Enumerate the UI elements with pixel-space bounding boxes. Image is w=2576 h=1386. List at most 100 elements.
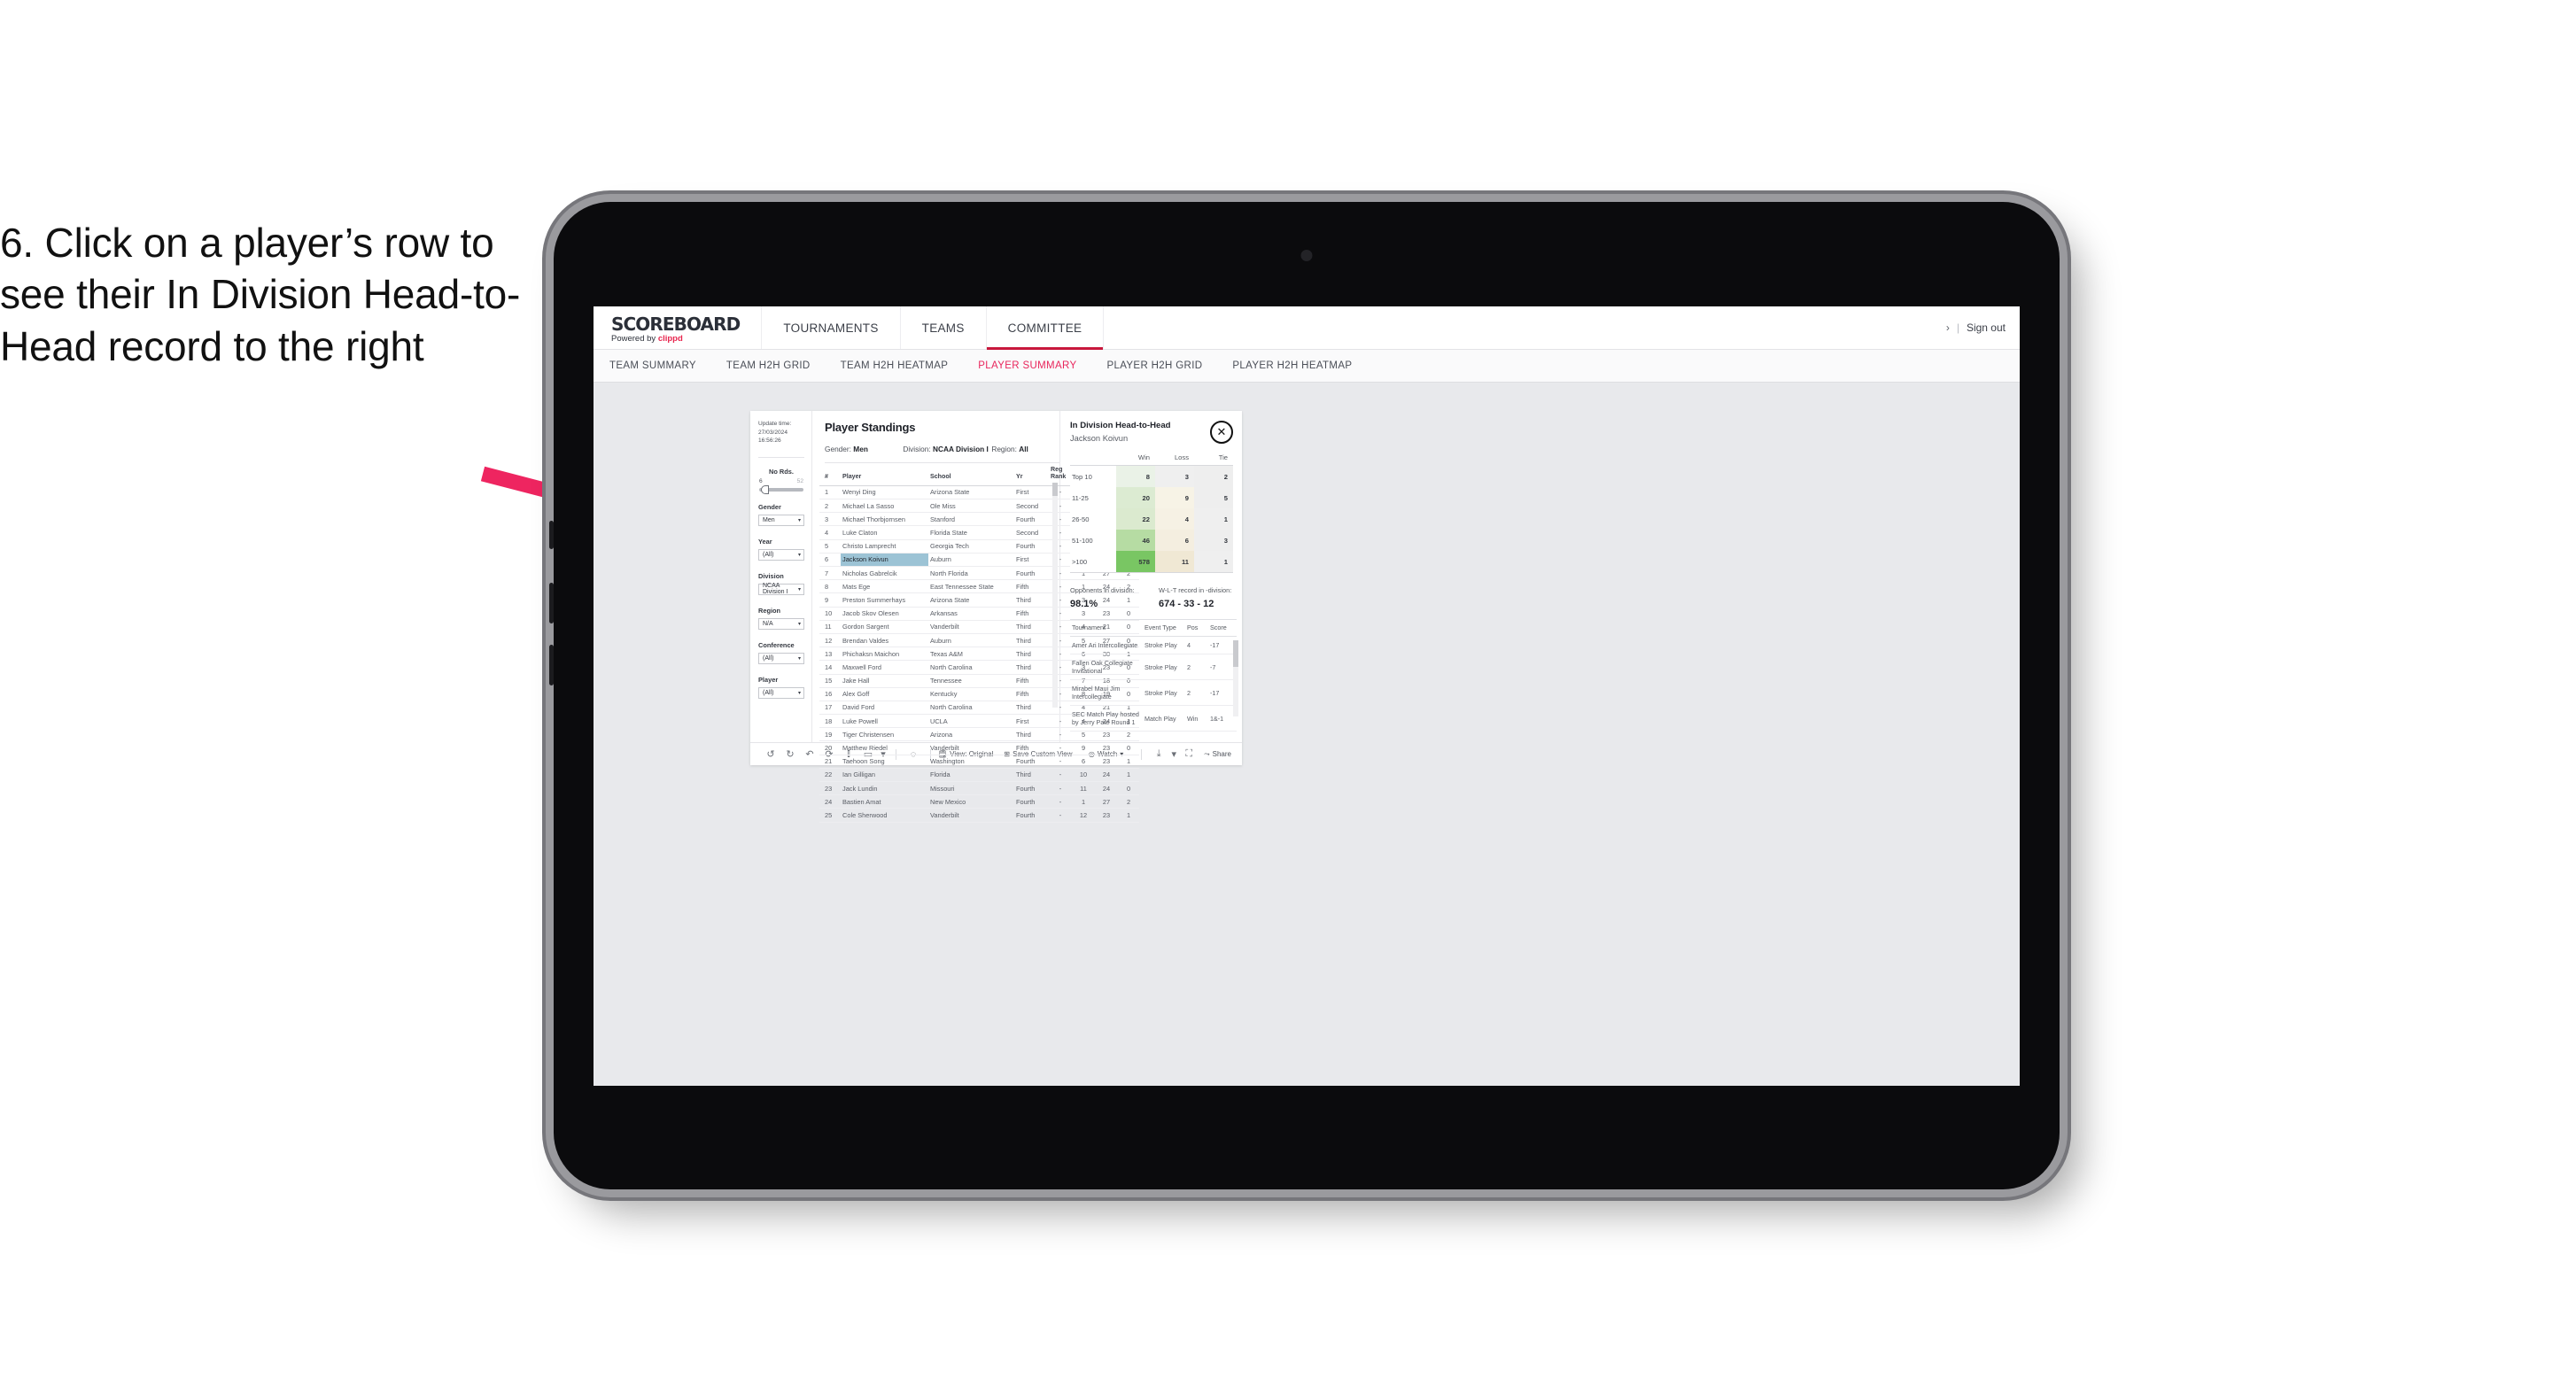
volume-up-button[interactable]: [549, 583, 554, 623]
rounds-slider-track[interactable]: [759, 484, 803, 494]
cell-yr: Fourth: [1014, 512, 1049, 527]
cell-no-rds: 23: [1095, 808, 1118, 823]
rounds-slider-thumb[interactable]: [761, 484, 769, 494]
sign-out-link[interactable]: Sign out: [1967, 321, 2006, 334]
tab-player-h2h-heatmap[interactable]: PLAYER H2H HEATMAP: [1232, 360, 1352, 371]
download-caret-icon[interactable]: ▾: [1168, 748, 1179, 760]
nav-committee[interactable]: COMMITTEE: [986, 306, 1105, 350]
cell-school: Arkansas: [928, 607, 1014, 621]
cell-name: Mats Ege: [841, 579, 928, 594]
heatmap-row: 51-100 46 6 3: [1070, 530, 1233, 551]
share-button[interactable]: ⤳ Share: [1204, 750, 1231, 759]
volume-down-button[interactable]: [549, 645, 554, 685]
cell-name: Alex Goff: [841, 687, 928, 701]
close-icon[interactable]: ✕: [1210, 421, 1233, 444]
heatmap-cell[interactable]: 1: [1194, 551, 1233, 573]
power-button[interactable]: [549, 521, 554, 549]
heatmap-corner: [1070, 453, 1116, 466]
heatmap-cell[interactable]: 9: [1155, 487, 1194, 508]
meta-division-label: Division:: [903, 445, 931, 453]
heatmap-cell[interactable]: 22: [1116, 508, 1155, 530]
cell-rank: 15: [819, 674, 841, 688]
tab-team-h2h-grid[interactable]: TEAM H2H GRID: [726, 360, 811, 371]
undo-icon[interactable]: ↺: [761, 748, 780, 760]
filter-gender-select[interactable]: Men ▾: [758, 514, 804, 526]
tournament-table: Tournament Event Type Pos Score Amer Ari…: [1070, 619, 1237, 732]
filter-region-value: N/A: [763, 620, 773, 627]
filter-conference-select[interactable]: (All) ▾: [758, 652, 804, 664]
filter-division-value: NCAA Division I: [763, 583, 788, 596]
cell-yr: Third: [1014, 647, 1049, 662]
col-player[interactable]: Player: [841, 463, 928, 486]
nav-teams[interactable]: TEAMS: [901, 306, 987, 349]
cell-school: North Carolina: [928, 701, 1014, 716]
cell-rank: 3: [819, 512, 841, 527]
filter-player-select[interactable]: (All) ▾: [758, 686, 804, 699]
table-row[interactable]: 20 Matthew Riedel Vanderbilt Fifth -9 23 0: [819, 740, 1139, 755]
cell-school: Arizona State: [928, 592, 1014, 608]
heatmap-cell[interactable]: 578: [1116, 551, 1155, 573]
filter-division-select[interactable]: NCAA Division I ▾: [758, 583, 804, 596]
table-row[interactable]: 25 Cole Sherwood Vanderbilt Fourth -12 23 1: [819, 808, 1139, 823]
col-pos[interactable]: Pos: [1185, 619, 1208, 637]
heatmap-cell[interactable]: 46: [1116, 530, 1155, 551]
table-vertical-scrollbar[interactable]: [1052, 483, 1058, 708]
cell-wins: 2: [1118, 794, 1139, 809]
col-event-type[interactable]: Event Type: [1143, 619, 1185, 637]
h2h-player-name: Jackson Koivun: [1070, 434, 1129, 443]
tournament-row[interactable]: Amer Ari Intercollegiate Stroke Play 4 -17: [1070, 636, 1237, 654]
cell-school: North Florida: [928, 566, 1014, 581]
header-right: › | Sign out: [1946, 306, 2020, 349]
table-row[interactable]: 24 Bastien Amat New Mexico Fourth -1 27 2: [819, 794, 1139, 809]
filter-region-select[interactable]: N/A ▾: [758, 617, 804, 630]
heatmap-cell[interactable]: 3: [1155, 465, 1194, 487]
heatmap-cell[interactable]: 4: [1155, 508, 1194, 530]
download-icon[interactable]: ⤓: [1149, 748, 1168, 760]
filter-region: Region N/A ▾: [758, 607, 804, 630]
heatmap-cell[interactable]: 6: [1155, 530, 1194, 551]
heatmap-cell[interactable]: 2: [1194, 465, 1233, 487]
tab-player-summary[interactable]: PLAYER SUMMARY: [978, 360, 1076, 371]
table-row[interactable]: 22 Ian Gilligan Florida Third -10 24 1: [819, 768, 1139, 783]
col-tournament[interactable]: Tournament: [1070, 619, 1143, 637]
tab-player-h2h-grid[interactable]: PLAYER H2H GRID: [1106, 360, 1202, 371]
table-row[interactable]: 21 Taehoon Song Washington Fourth -6 23 1: [819, 755, 1139, 769]
cell-school: Auburn: [928, 633, 1014, 648]
fullscreen-icon[interactable]: ⛶: [1179, 748, 1199, 760]
nav-tournaments[interactable]: TOURNAMENTS: [762, 306, 901, 349]
heatmap-cell[interactable]: 8: [1116, 465, 1155, 487]
redo-icon[interactable]: ↻: [780, 748, 800, 760]
cell-name: Bastien Amat: [841, 794, 928, 809]
heatmap-cell[interactable]: 1: [1194, 508, 1233, 530]
col-rank[interactable]: #: [819, 463, 841, 486]
cell-conf-rank: 10: [1072, 768, 1095, 783]
cell-rank: 8: [819, 579, 841, 594]
tab-team-h2h-heatmap[interactable]: TEAM H2H HEATMAP: [841, 360, 949, 371]
heatmap-row: >100 578 11 1: [1070, 551, 1233, 573]
heatmap-cell[interactable]: 5: [1194, 487, 1233, 508]
heatmap-cell[interactable]: 20: [1116, 487, 1155, 508]
heatmap-cell[interactable]: 3: [1194, 530, 1233, 551]
tournament-row[interactable]: SEC Match Play hosted by Jerry Pate Roun…: [1070, 705, 1237, 732]
heatmap-row: Top 10 8 3 2: [1070, 465, 1233, 487]
col-score[interactable]: Score: [1208, 619, 1237, 637]
heatmap-cell[interactable]: 11: [1155, 551, 1194, 573]
tournament-scrollbar[interactable]: [1233, 640, 1238, 716]
heatmap-col-loss: Loss: [1155, 453, 1194, 466]
tournament-row[interactable]: Mirabel Maui Jim Intercollegiate Stroke P…: [1070, 679, 1237, 706]
table-row[interactable]: 23 Jack Lundin Missouri Fourth -11 24 0: [819, 781, 1139, 796]
cell-reg-rank: -: [1049, 755, 1072, 769]
filter-sidebar: Update time: 27/03/2024 16:56:26 No Rds.…: [750, 411, 812, 742]
filter-year-select[interactable]: (All) ▾: [758, 548, 804, 561]
col-yr[interactable]: Yr: [1014, 463, 1049, 486]
cell-conf-rank: 12: [1072, 808, 1095, 823]
cell-rank: 21: [819, 755, 841, 769]
app-logo[interactable]: SCOREBOARD Powered by clippd: [594, 306, 763, 349]
cell-name: Jake Hall: [841, 674, 928, 688]
tournament-row[interactable]: Fallen Oak Collegiate Invitational Stroke…: [1070, 654, 1237, 680]
cell-no-rds: 24: [1095, 768, 1118, 783]
tab-team-summary[interactable]: TEAM SUMMARY: [609, 360, 696, 371]
chevron-right-icon[interactable]: ›: [1946, 321, 1950, 334]
col-school[interactable]: School: [928, 463, 1014, 486]
tablet-device: SCOREBOARD Powered by clippd TOURNAMENTS…: [549, 202, 2060, 1189]
